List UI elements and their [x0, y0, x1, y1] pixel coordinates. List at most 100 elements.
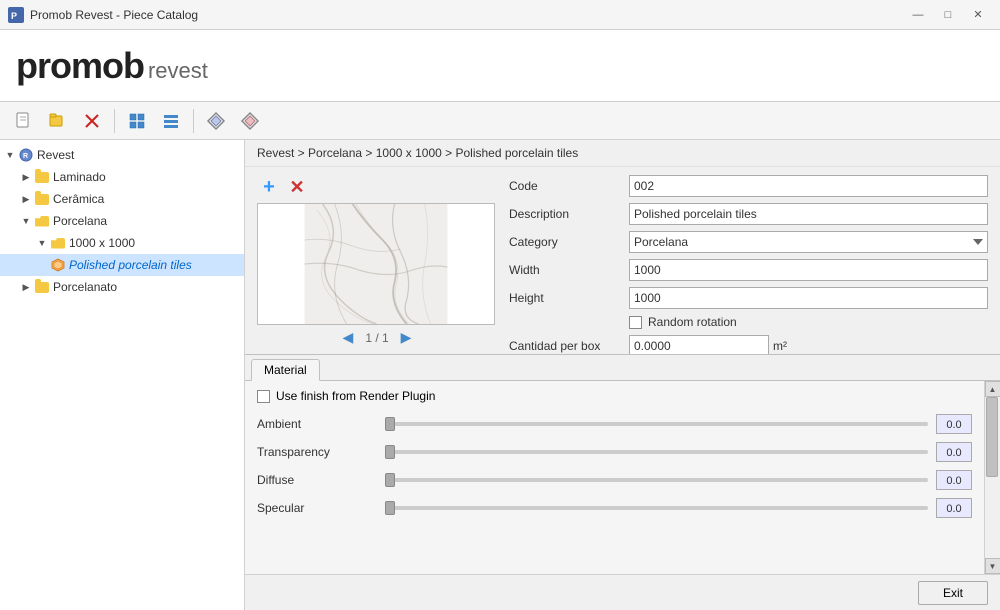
height-input[interactable]: [629, 287, 988, 309]
1000x1000-folder-icon: [50, 235, 66, 251]
close-button[interactable]: ✕: [964, 4, 992, 26]
tab-material[interactable]: Material: [251, 359, 320, 381]
revest-root-icon: R: [18, 147, 34, 163]
form-row-category: Category Porcelana Cerâmica Laminado Por…: [509, 231, 988, 253]
ambient-slider-thumb[interactable]: [385, 417, 395, 431]
scrollbar: ▲ ▼: [984, 381, 1000, 574]
porcelanato-folder-icon: [34, 279, 50, 295]
random-rotation-checkbox[interactable]: [629, 316, 642, 329]
app-icon: P: [8, 7, 24, 23]
code-input[interactable]: [629, 175, 988, 197]
sidebar: ▼ R Revest ▶ Laminado ▶ Cerâmica: [0, 140, 245, 610]
height-label: Height: [509, 291, 629, 305]
form-row-width: Width: [509, 259, 988, 281]
use-finish-checkbox[interactable]: [257, 390, 270, 403]
sidebar-item-porcelanato[interactable]: ▶ Porcelanato: [0, 276, 244, 298]
paint2-button[interactable]: [234, 106, 266, 136]
nav-prev-arrow[interactable]: ◀: [339, 329, 358, 346]
sidebar-item-laminado[interactable]: ▶ Laminado: [0, 166, 244, 188]
new-icon: [14, 111, 34, 131]
delete-icon: [82, 111, 102, 131]
scroll-container: Use finish from Render Plugin Ambient 0.…: [245, 381, 1000, 574]
ambient-row: Ambient 0.0: [257, 411, 972, 437]
transparency-label: Transparency: [257, 445, 377, 459]
specular-slider-track[interactable]: [385, 506, 928, 510]
grid-icon: [127, 111, 147, 131]
form-row-description: Description: [509, 203, 988, 225]
category-label: Category: [509, 235, 629, 249]
transparency-slider-track[interactable]: [385, 450, 928, 454]
add-image-button[interactable]: +: [257, 175, 281, 199]
laminado-folder-icon: [34, 169, 50, 185]
specular-row: Specular 0.0: [257, 495, 972, 521]
scroll-up-button[interactable]: ▲: [985, 381, 1000, 397]
form-row-random-rotation: Random rotation: [509, 315, 988, 329]
form-row-cantidad: Cantidad per box m²: [509, 335, 988, 354]
nav-page-label: 1 / 1: [365, 331, 388, 345]
diffuse-value: 0.0: [936, 470, 972, 490]
breadcrumb: Revest > Porcelana > 1000 x 1000 > Polis…: [245, 140, 1000, 167]
logo: promob revest: [16, 45, 208, 87]
sidebar-item-1000x1000[interactable]: ▼ 1000 x 1000: [0, 232, 244, 254]
specular-slider-thumb[interactable]: [385, 501, 395, 515]
form-row-code: Code: [509, 175, 988, 197]
tree-arrow-1000x1000: ▼: [34, 235, 50, 251]
random-rotation-label: Random rotation: [648, 315, 737, 329]
description-input[interactable]: [629, 203, 988, 225]
tree-arrow-ceramica: ▶: [18, 191, 34, 207]
diffuse-row: Diffuse 0.0: [257, 467, 972, 493]
maximize-button[interactable]: □: [934, 4, 962, 26]
tree-arrow-laminado: ▶: [18, 169, 34, 185]
ambient-value: 0.0: [936, 414, 972, 434]
logo-revest: revest: [148, 58, 208, 84]
toolbar-separator-1: [114, 109, 115, 133]
minimize-button[interactable]: —: [904, 4, 932, 26]
sidebar-item-laminado-label: Laminado: [53, 170, 106, 184]
sidebar-item-ceramica-label: Cerâmica: [53, 192, 104, 206]
tree-arrow-revest: ▼: [2, 147, 18, 163]
ceramica-folder-icon: [34, 191, 50, 207]
category-select[interactable]: Porcelana Cerâmica Laminado Porcelanato: [629, 231, 988, 253]
ambient-label: Ambient: [257, 417, 377, 431]
diffuse-slider-thumb[interactable]: [385, 473, 395, 487]
paint1-icon: [206, 111, 226, 131]
width-input[interactable]: [629, 259, 988, 281]
use-finish-label: Use finish from Render Plugin: [276, 389, 435, 403]
form-area: Code Description Category Porcelana Cerâ…: [509, 175, 988, 346]
new-button[interactable]: [8, 106, 40, 136]
tab-bar: Material: [245, 355, 1000, 381]
header: promob revest: [0, 30, 1000, 102]
cantidad-input[interactable]: [629, 335, 769, 354]
scroll-thumb[interactable]: [986, 397, 998, 477]
open-icon: [48, 111, 68, 131]
sidebar-item-revest[interactable]: ▼ R Revest: [0, 144, 244, 166]
sidebar-item-ceramica[interactable]: ▶ Cerâmica: [0, 188, 244, 210]
list-button[interactable]: [155, 106, 187, 136]
image-preview: + ✕: [257, 175, 497, 346]
sidebar-item-piece[interactable]: Polished porcelain tiles: [0, 254, 244, 276]
code-label: Code: [509, 179, 629, 193]
toolbar-separator-2: [193, 109, 194, 133]
transparency-slider-thumb[interactable]: [385, 445, 395, 459]
paint2-icon: [240, 111, 260, 131]
nav-next-arrow[interactable]: ▶: [397, 329, 416, 346]
exit-button[interactable]: Exit: [918, 581, 988, 605]
scroll-content: Use finish from Render Plugin Ambient 0.…: [245, 381, 984, 574]
transparency-row: Transparency 0.0: [257, 439, 972, 465]
scroll-down-button[interactable]: ▼: [985, 558, 1000, 574]
ambient-slider-track[interactable]: [385, 422, 928, 426]
open-button[interactable]: [42, 106, 74, 136]
paint1-button[interactable]: [200, 106, 232, 136]
delete-button[interactable]: [76, 106, 108, 136]
diffuse-label: Diffuse: [257, 473, 377, 487]
grid-button[interactable]: [121, 106, 153, 136]
width-label: Width: [509, 263, 629, 277]
sidebar-item-porcelana[interactable]: ▼ Porcelana: [0, 210, 244, 232]
diffuse-slider-track[interactable]: [385, 478, 928, 482]
specular-label: Specular: [257, 501, 377, 515]
sidebar-item-1000x1000-label: 1000 x 1000: [69, 236, 135, 250]
image-nav: ◀ 1 / 1 ▶: [257, 329, 497, 346]
lower-section: Material Use finish from Render Plugin A…: [245, 354, 1000, 574]
piece-icon: [50, 257, 66, 273]
remove-image-button[interactable]: ✕: [285, 175, 309, 199]
